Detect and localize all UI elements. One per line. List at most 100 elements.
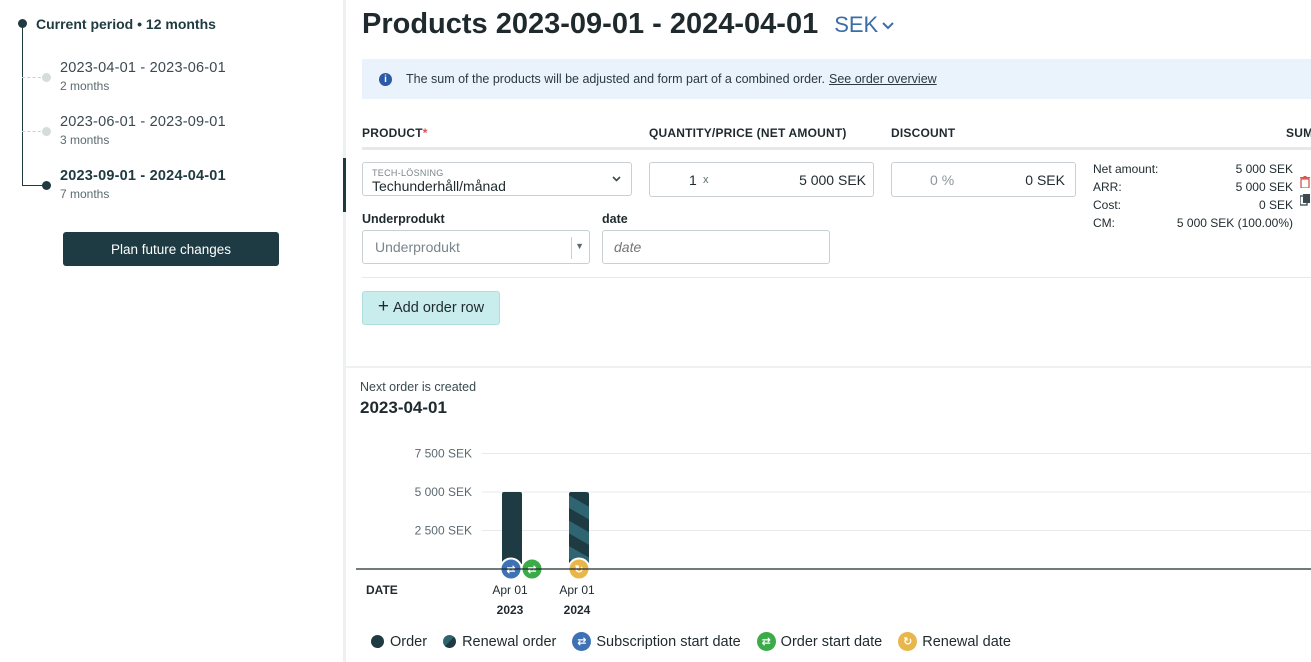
- timeline-root-dot: [18, 19, 27, 28]
- subproduct-placeholder: Underprodukt: [375, 239, 460, 255]
- legend-label: Renewal order: [462, 633, 557, 650]
- subproduct-label: Underprodukt: [362, 212, 445, 226]
- y-tick-label: 7 500 SEK: [415, 447, 472, 461]
- select-separator: [571, 237, 572, 259]
- product-select[interactable]: TECH-LÖSNING Techunderhåll/månad: [362, 162, 632, 196]
- x-tick-labels: Apr 01 2023 Apr 01 2024: [492, 583, 595, 617]
- caret-down-icon: ▼: [575, 241, 584, 251]
- trash-icon[interactable]: [1300, 176, 1310, 194]
- legend-label: Renewal date: [922, 633, 1011, 650]
- summary-label: ARR:: [1093, 180, 1122, 194]
- discount-field[interactable]: 0 % 0 SEK: [891, 162, 1076, 197]
- times-symbol: x: [703, 174, 709, 186]
- timeline-line: [22, 24, 23, 186]
- order-overview-link[interactable]: See order overview: [829, 72, 937, 86]
- discount-percent[interactable]: 0 %: [930, 172, 954, 188]
- column-header-product-label: PRODUCT: [362, 126, 423, 140]
- column-header-quantity-price: QUANTITY/PRICE (NET AMOUNT): [649, 126, 847, 140]
- date-input[interactable]: [602, 230, 830, 264]
- legend-renewal-order[interactable]: Renewal order: [443, 634, 556, 650]
- legend-renewal-date[interactable]: ↻ Renewal date: [898, 632, 1011, 651]
- header-rule: [362, 147, 1311, 150]
- summary-label: Cost:: [1093, 198, 1122, 212]
- product-category: TECH-LÖSNING: [372, 168, 444, 178]
- period-duration: 2 months: [60, 79, 110, 93]
- row-actions: [1299, 176, 1310, 212]
- period-item-active[interactable]: 2023-09-01 - 2024-04-01 7 months: [60, 168, 226, 201]
- legend-label: Subscription start date: [596, 633, 741, 650]
- summary-cost: Cost: 0 SEK: [1093, 196, 1293, 214]
- plan-future-changes-button[interactable]: Plan future changes: [63, 232, 279, 266]
- chart-legend: Order Renewal order ⇄ Subscription start…: [371, 632, 1027, 651]
- discount-percent-value: 0: [930, 172, 938, 188]
- plus-icon: +: [377, 296, 390, 317]
- y-tick-label: 2 500 SEK: [415, 524, 472, 538]
- summary-value: 5 000 SEK (100.00%): [1176, 216, 1293, 230]
- summary-cm: CM: 5 000 SEK (100.00%): [1093, 214, 1293, 232]
- renewal-dot-icon: [443, 635, 457, 648]
- main-panel: Products 2023-09-01 - 2024-04-01 SEK i T…: [346, 0, 1311, 662]
- next-order-date: 2023-04-01: [360, 398, 447, 417]
- section-divider: [346, 366, 1311, 368]
- chevron-down-icon: [612, 171, 621, 185]
- add-order-row-label: Add order row: [393, 300, 485, 316]
- period-sidebar: Current period • 12 months 2023-04-01 - …: [0, 0, 343, 662]
- summary-net-amount: Net amount: 5 000 SEK: [1093, 160, 1293, 178]
- product-value: Techunderhåll/månad: [372, 178, 506, 194]
- chart-bars: ⇄ ⇄ ↻: [499, 492, 591, 581]
- x-tick-label: Apr 01: [492, 583, 528, 597]
- page-title: Products 2023-09-01 - 2024-04-01: [362, 8, 819, 40]
- currency-select[interactable]: SEK: [834, 12, 894, 38]
- copy-icon[interactable]: [1299, 194, 1310, 212]
- chart-grid: 7 500 SEK 5 000 SEK 2 500 SEK: [415, 447, 1311, 538]
- row-summary: Net amount: 5 000 SEK ARR: 5 000 SEK Cost:…: [1093, 160, 1293, 232]
- renewal-date-icon: ↻: [898, 632, 918, 651]
- add-order-row-button[interactable]: + Add order row: [362, 291, 500, 325]
- legend-subscription-start[interactable]: ⇄ Subscription start date: [572, 632, 741, 651]
- chart-bar[interactable]: [502, 492, 522, 569]
- page-title-row: Products 2023-09-01 - 2024-04-01 SEK: [362, 8, 894, 41]
- price-value[interactable]: 5 000 SEK: [799, 172, 866, 188]
- timeline-dot-active: [42, 181, 51, 190]
- summary-value: 5 000 SEK: [1235, 180, 1293, 194]
- subproduct-select[interactable]: Underprodukt ▼: [362, 230, 590, 264]
- legend-label: Order start date: [780, 633, 883, 650]
- x-tick-year: 2023: [497, 603, 524, 617]
- date-label: date: [602, 212, 628, 226]
- y-tick-label: 5 000 SEK: [415, 485, 472, 499]
- discount-percent-unit: %: [941, 172, 955, 188]
- column-header-sum: SUM: [1286, 126, 1311, 140]
- column-header-product: PRODUCT*: [362, 126, 428, 140]
- period-range: 2023-09-01 - 2024-04-01: [60, 168, 226, 184]
- quantity-price-field[interactable]: 1 x 5 000 SEK: [649, 162, 874, 197]
- chevron-down-icon: [882, 17, 894, 33]
- info-text: The sum of the products will be adjusted…: [406, 72, 825, 86]
- current-period-label: Current period • 12 months: [36, 16, 216, 32]
- legend-label: Order: [390, 633, 428, 650]
- subscription-start-icon: ⇄: [572, 632, 592, 651]
- summary-label: Net amount:: [1093, 162, 1159, 176]
- summary-value: 5 000 SEK: [1235, 162, 1293, 176]
- legend-order[interactable]: Order: [371, 634, 427, 650]
- row-divider: [362, 277, 1311, 278]
- quantity-value[interactable]: 1: [689, 172, 697, 188]
- period-item[interactable]: 2023-04-01 - 2023-06-01 2 months: [60, 60, 226, 93]
- summary-label: CM:: [1093, 216, 1115, 230]
- info-banner: i The sum of the products will be adjust…: [362, 59, 1311, 99]
- x-tick-label: Apr 01: [559, 583, 595, 597]
- next-order-label: Next order is created: [360, 380, 477, 394]
- info-icon: i: [379, 72, 392, 86]
- required-mark: *: [422, 126, 428, 140]
- currency-value: SEK: [834, 11, 879, 37]
- period-item[interactable]: 2023-06-01 - 2023-09-01 3 months: [60, 114, 226, 147]
- discount-amount[interactable]: 0 SEK: [1025, 172, 1065, 188]
- x-tick-year: 2024: [564, 603, 591, 617]
- order-dot-icon: [371, 635, 384, 648]
- order-chart: 7 500 SEK 5 000 SEK 2 500 SEK ⇄ ⇄ ↻ DATE Apr…: [356, 447, 1311, 617]
- x-axis-label: DATE: [366, 583, 398, 597]
- order-start-icon: ⇄: [756, 632, 776, 651]
- column-header-discount: DISCOUNT: [891, 126, 956, 140]
- chart-bar[interactable]: [569, 492, 589, 569]
- period-duration: 3 months: [60, 133, 110, 147]
- legend-order-start[interactable]: ⇄ Order start date: [756, 632, 883, 651]
